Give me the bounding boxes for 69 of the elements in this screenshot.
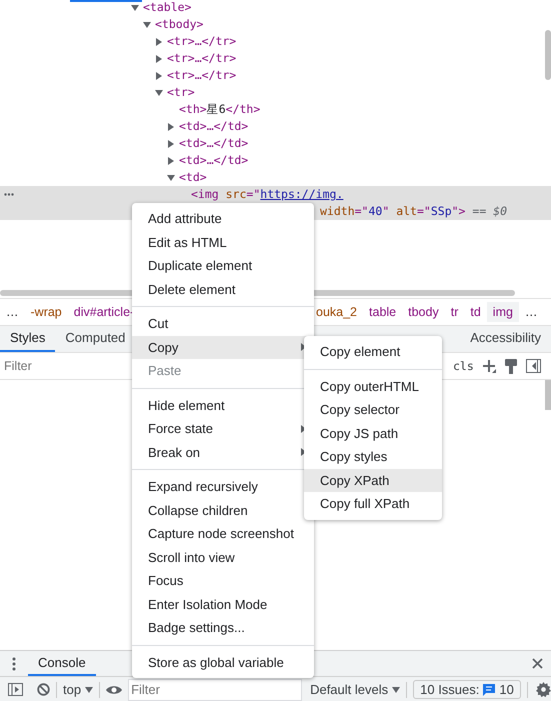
breadcrumb[interactable]: … (518, 302, 544, 322)
sidebar-toggle-icon[interactable] (526, 359, 541, 373)
context-dropdown[interactable]: top (63, 682, 94, 697)
message-icon (483, 684, 496, 696)
dom-node[interactable]: <tr>…</tr> (167, 33, 236, 50)
settings-icon[interactable] (536, 682, 551, 697)
plus-icon[interactable] (482, 359, 496, 373)
menu-item[interactable]: Capture node screenshot (132, 522, 314, 546)
menu-item[interactable]: Store as global variable (132, 650, 314, 674)
menu-item[interactable]: Copy XPath (304, 468, 442, 492)
menu-item[interactable]: Copy full XPath (304, 492, 442, 516)
dom-node[interactable]: <th>星6</th> (179, 101, 260, 118)
collapsed-arrow-icon[interactable] (155, 54, 163, 62)
dom-node[interactable]: <td> (179, 169, 207, 186)
caret-icon (85, 686, 94, 692)
collapsed-arrow-icon[interactable] (155, 38, 163, 46)
menu-item[interactable]: Add attribute (132, 207, 314, 230)
dom-node[interactable]: <table> (143, 0, 192, 16)
eye-icon[interactable] (106, 684, 122, 694)
expanded-arrow-icon[interactable] (143, 20, 151, 28)
caret-icon (392, 686, 400, 692)
scrollbar[interactable] (545, 380, 551, 410)
breadcrumb[interactable]: img (486, 302, 519, 322)
expanded-arrow-icon[interactable] (167, 174, 175, 182)
expanded-arrow-icon[interactable] (155, 88, 163, 96)
menu-item[interactable]: Delete element (132, 278, 314, 301)
dom-node[interactable]: <tr>…</tr> (167, 50, 236, 67)
menu-item[interactable]: Duplicate element (132, 254, 314, 278)
dom-node[interactable]: <tr>…</tr> (167, 67, 236, 84)
menu-item[interactable]: Badge settings... (132, 616, 314, 640)
dom-node[interactable]: <td>…</td> (179, 152, 248, 169)
close-icon[interactable] (532, 658, 543, 669)
more-icon[interactable] (4, 193, 14, 196)
menu-item[interactable]: Copy outerHTML (304, 374, 442, 398)
collapsed-arrow-icon[interactable] (167, 122, 175, 130)
tab[interactable]: Accessibility (460, 326, 551, 352)
collapsed-arrow-icon[interactable] (167, 156, 175, 164)
menu-item[interactable]: Copy selector (304, 398, 442, 422)
menu-item[interactable]: Focus (132, 569, 314, 592)
tab[interactable]: Console (28, 651, 96, 676)
levels-dropdown[interactable]: Default levels (310, 682, 400, 697)
expanded-arrow-icon[interactable] (131, 4, 139, 12)
class-toggle[interactable]: cls (453, 359, 474, 373)
sidebar-play-icon[interactable] (8, 683, 23, 696)
menu-item[interactable]: Enter Isolation Mode (132, 592, 314, 616)
paint-roller-icon[interactable] (504, 358, 518, 374)
more-vertical-icon[interactable] (12, 656, 16, 670)
dom-node[interactable]: <tr> (167, 84, 195, 101)
breadcrumb[interactable]: tr (444, 302, 464, 322)
tab[interactable]: Styles (0, 326, 56, 352)
filter-field[interactable]: Filter (2, 355, 126, 377)
scrollbar[interactable] (545, 30, 551, 80)
menu-item[interactable]: Copy JS path (304, 422, 442, 445)
breadcrumb[interactable]: td (464, 302, 487, 322)
breadcrumb[interactable]: table (363, 302, 402, 322)
collapsed-arrow-icon[interactable] (155, 72, 163, 80)
clear-icon[interactable] (37, 683, 50, 696)
dom-node[interactable]: <td>…</td> (179, 135, 248, 152)
dom-node[interactable]: <tbody> (155, 16, 204, 33)
menu-item[interactable]: Edit as HTML (132, 230, 314, 254)
dom-node[interactable]: <td>…</td> (179, 118, 248, 135)
issues-button[interactable]: 10 Issues: 10 (413, 680, 521, 699)
breadcrumb[interactable]: … (0, 302, 24, 322)
menu-item[interactable]: Copy styles (304, 445, 442, 468)
menu-item[interactable]: Scroll into view (132, 546, 314, 569)
collapsed-arrow-icon[interactable] (167, 140, 175, 148)
filter-field[interactable]: Filter (128, 678, 302, 700)
breadcrumb[interactable]: -wrap (24, 302, 68, 322)
breadcrumb[interactable]: tbody (402, 302, 445, 322)
